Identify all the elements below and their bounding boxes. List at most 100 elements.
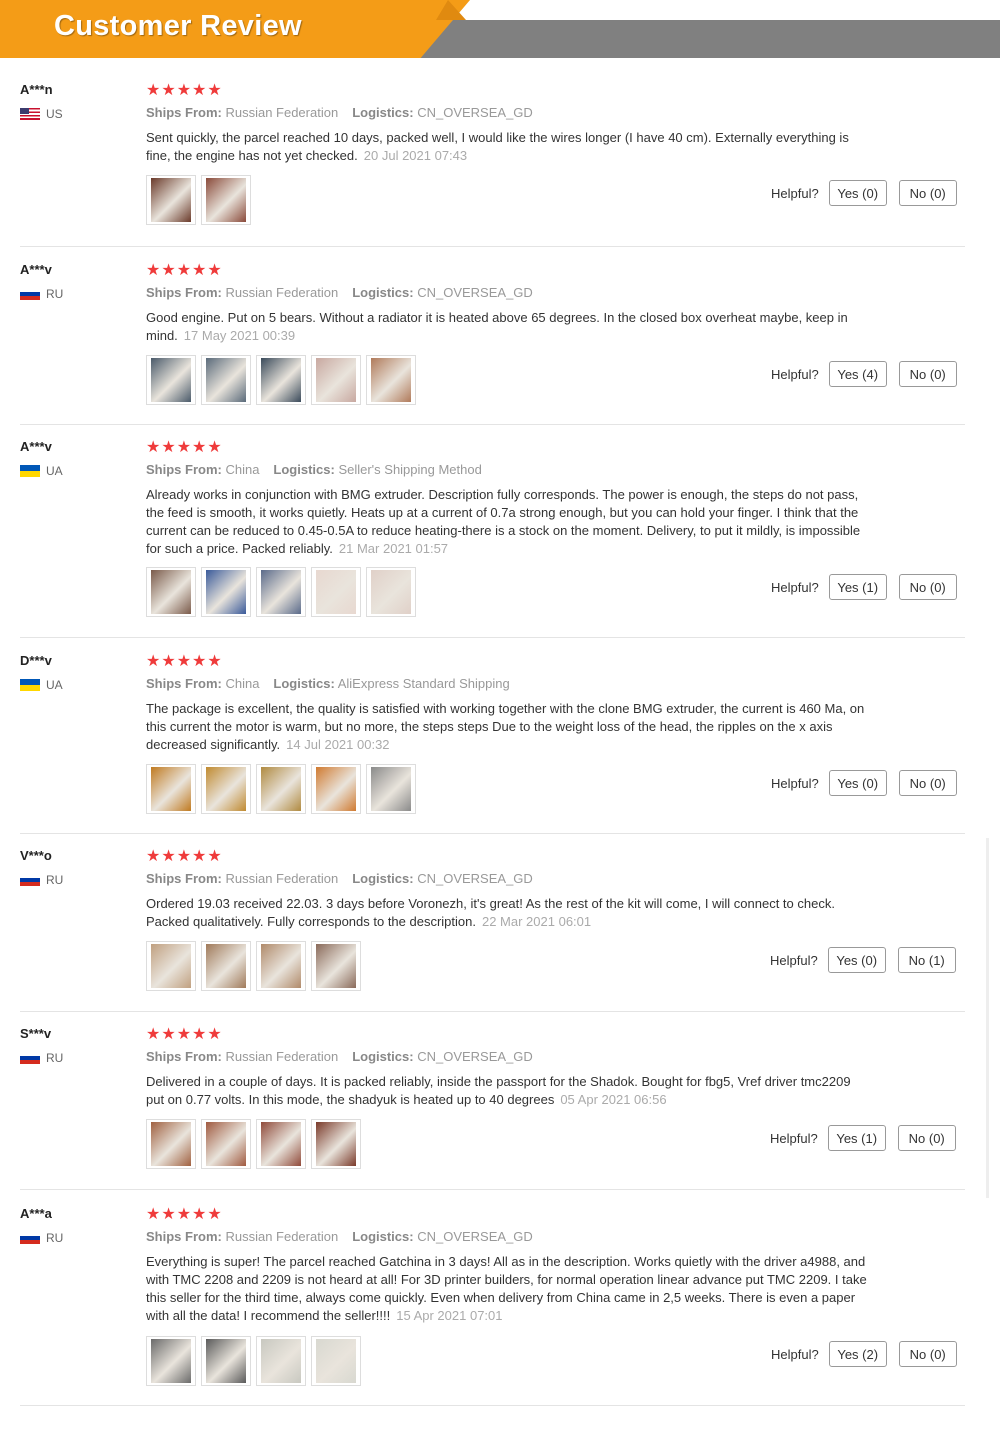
star-rating: ★ ★ ★ ★ ★ (146, 439, 223, 455)
review-image-thumbnail[interactable] (146, 764, 196, 814)
helpful-vote: Helpful? Yes (2) No (0) (771, 1341, 969, 1367)
review-text: Everything is super! The parcel reached … (146, 1254, 867, 1323)
logistics-label: Logistics: (352, 1229, 414, 1244)
review-photo (261, 1339, 301, 1383)
review-image-thumbnail[interactable] (201, 941, 251, 991)
ships-from-value: Russian Federation (221, 285, 339, 300)
review-image-thumbnail[interactable] (366, 567, 416, 617)
helpful-yes-button[interactable]: Yes (1) (827, 1125, 886, 1151)
helpful-no-button[interactable]: No (0) (898, 1341, 957, 1367)
review-images (146, 764, 421, 814)
star-rating: ★ ★ ★ ★ ★ (146, 1206, 223, 1222)
helpful-no-button[interactable]: No (1) (897, 947, 956, 973)
review-image-thumbnail[interactable] (146, 175, 196, 225)
review-photo (316, 570, 356, 614)
review-image-thumbnail[interactable] (256, 941, 306, 991)
review-photo (261, 570, 301, 614)
review-photo (206, 944, 246, 988)
review-image-thumbnail[interactable] (146, 1336, 196, 1386)
star-icon: ★ (192, 651, 207, 670)
helpful-no-button[interactable]: No (0) (898, 770, 957, 796)
star-icon: ★ (192, 80, 207, 99)
country-flag-icon (20, 288, 40, 300)
shipping-info: Ships From: China Logistics: Seller's Shi… (146, 462, 482, 477)
logistics-label: Logistics: (352, 871, 414, 886)
country-flag-icon (20, 874, 40, 886)
helpful-yes-button[interactable]: Yes (4) (828, 361, 887, 387)
ships-from-value: Russian Federation (221, 1229, 339, 1244)
reviewer-country: US (20, 106, 63, 122)
review-image-thumbnail[interactable] (311, 941, 361, 991)
logistics-label: Logistics: (352, 1049, 414, 1064)
review-photo (151, 1122, 191, 1166)
review-date: 22 Mar 2021 06:01 (481, 914, 592, 929)
reviewer-country: RU (20, 286, 63, 302)
helpful-yes-button[interactable]: Yes (0) (828, 180, 887, 206)
logistics-label: Logistics: (352, 105, 414, 120)
helpful-no-button[interactable]: No (0) (898, 361, 957, 387)
helpful-no-button[interactable]: No (0) (898, 180, 957, 206)
review-image-thumbnail[interactable] (311, 1119, 361, 1169)
star-icon: ★ (176, 1024, 192, 1043)
helpful-yes-button[interactable]: Yes (1) (828, 574, 887, 600)
review-image-thumbnail[interactable] (366, 764, 416, 814)
review-photo (206, 767, 246, 811)
logistics-value: CN_OVERSEA_GD (413, 105, 533, 120)
helpful-label: Helpful? (770, 952, 818, 968)
review-text: Already works in conjunction with BMG ex… (146, 487, 861, 556)
helpful-vote: Helpful? Yes (1) No (0) (770, 1125, 968, 1151)
review-image-thumbnail[interactable] (256, 1119, 306, 1169)
review-image-thumbnail[interactable] (311, 567, 361, 617)
country-code: US (46, 107, 63, 121)
review-text: Sent quickly, the parcel reached 10 days… (146, 130, 849, 163)
helpful-no-button[interactable]: No (0) (898, 574, 957, 600)
review-image-thumbnail[interactable] (311, 355, 361, 405)
helpful-no-button[interactable]: No (0) (897, 1125, 956, 1151)
review-image-thumbnail[interactable] (311, 1336, 361, 1386)
logistics-value: Seller's Shipping Method (334, 462, 482, 477)
review-image-thumbnail[interactable] (201, 1336, 251, 1386)
review-image-thumbnail[interactable] (311, 764, 361, 814)
review-image-thumbnail[interactable] (366, 355, 416, 405)
helpful-yes-button[interactable]: Yes (2) (828, 1341, 887, 1367)
star-icon: ★ (161, 260, 176, 279)
reviewer-country: UA (20, 677, 63, 693)
review-photo (151, 944, 191, 988)
review-image-thumbnail[interactable] (201, 355, 251, 405)
review-photo (151, 178, 191, 222)
ships-from-label: Ships From: (146, 676, 222, 691)
review-image-thumbnail[interactable] (146, 1119, 196, 1169)
helpful-yes-button[interactable]: Yes (0) (827, 947, 886, 973)
star-icon: ★ (161, 437, 176, 456)
review-image-thumbnail[interactable] (146, 567, 196, 617)
star-icon: ★ (192, 846, 207, 865)
review-photo (316, 944, 356, 988)
review-photo (261, 767, 301, 811)
star-icon: ★ (192, 1204, 207, 1223)
review-image-thumbnail[interactable] (256, 764, 306, 814)
review-image-thumbnail[interactable] (256, 567, 306, 617)
country-code: UA (46, 464, 63, 478)
review-body: Sent quickly, the parcel reached 10 days… (146, 129, 871, 165)
review-image-thumbnail[interactable] (201, 764, 251, 814)
star-rating: ★ ★ ★ ★ ★ (146, 82, 223, 98)
country-code: RU (46, 1231, 64, 1245)
review-image-thumbnail[interactable] (146, 355, 196, 405)
reviewer-name: V***o (20, 848, 52, 863)
review-images (146, 1336, 366, 1386)
star-icon: ★ (207, 437, 222, 456)
review-image-thumbnail[interactable] (201, 1119, 251, 1169)
star-rating: ★ ★ ★ ★ ★ (146, 262, 223, 278)
review-body: Already works in conjunction with BMG ex… (146, 486, 871, 558)
helpful-vote: Helpful? Yes (1) No (0) (771, 574, 969, 600)
review-image-thumbnail[interactable] (256, 1336, 306, 1386)
review-divider (20, 1189, 965, 1190)
helpful-yes-button[interactable]: Yes (0) (828, 770, 887, 796)
review-image-thumbnail[interactable] (256, 355, 306, 405)
review-image-thumbnail[interactable] (146, 941, 196, 991)
review-image-thumbnail[interactable] (201, 175, 251, 225)
scrollbar[interactable] (986, 838, 989, 1198)
review-image-thumbnail[interactable] (201, 567, 251, 617)
ships-from-value: Russian Federation (221, 1049, 339, 1064)
star-rating: ★ ★ ★ ★ ★ (146, 1026, 223, 1042)
